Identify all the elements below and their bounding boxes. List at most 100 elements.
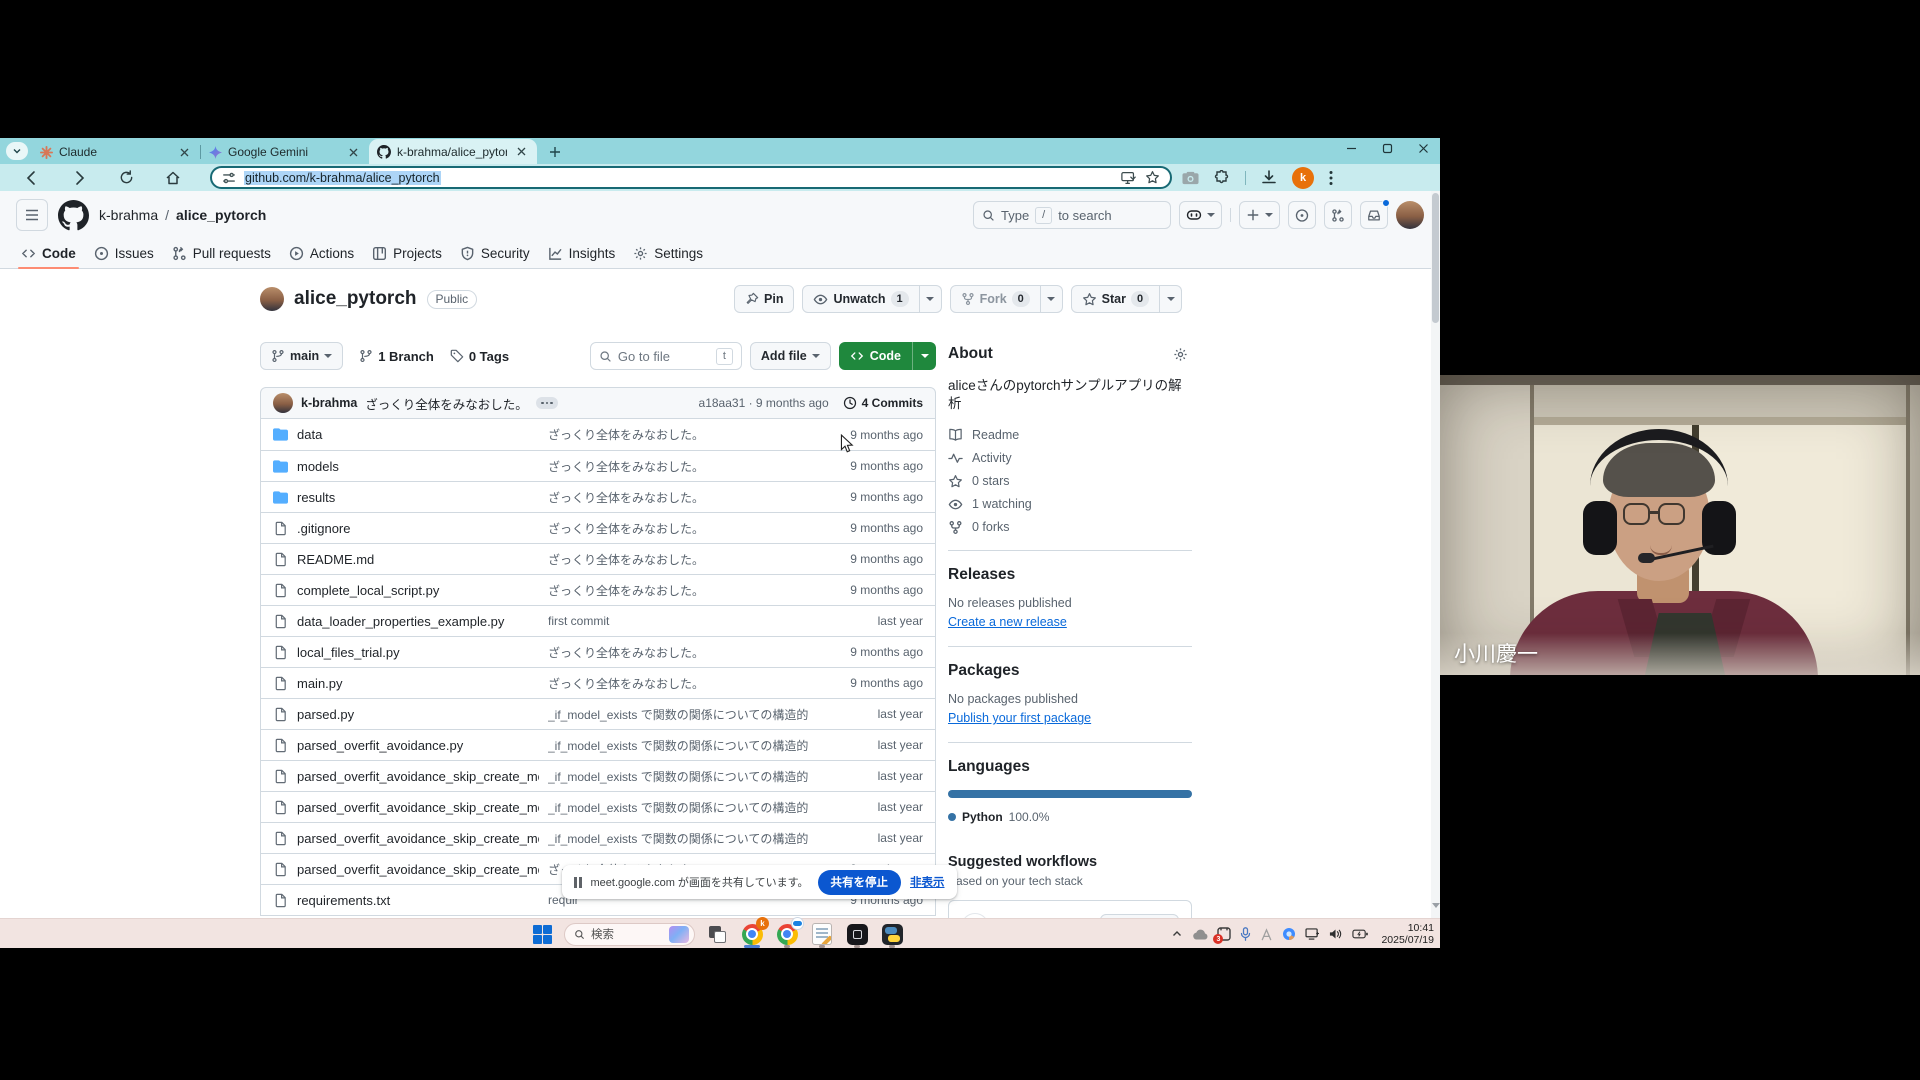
stars-link[interactable]: 0 stars <box>948 473 1192 489</box>
file-row[interactable]: results ざっくり全体をみなおした。 9 months ago <box>261 481 935 512</box>
tune-icon[interactable] <box>222 171 236 185</box>
file-commit-message[interactable]: ざっくり全体をみなおした。 <box>548 644 808 661</box>
taskbar-clock[interactable]: 10:41 2025/07/19 <box>1381 922 1434 946</box>
file-row[interactable]: models ざっくり全体をみなおした。 9 months ago <box>261 450 935 481</box>
star-dropdown[interactable] <box>1160 285 1182 313</box>
taskbar-pycharm[interactable] <box>879 920 905 948</box>
github-search-input[interactable]: Type / to search <box>973 201 1171 229</box>
cast-display-icon[interactable] <box>1305 928 1320 940</box>
repo-owner-avatar[interactable] <box>260 287 284 311</box>
add-file-button[interactable]: Add file <box>750 342 831 370</box>
breadcrumb-repo[interactable]: alice_pytorch <box>176 207 266 223</box>
hamburger-menu-button[interactable] <box>16 199 48 231</box>
extensions-icon[interactable] <box>1214 170 1230 186</box>
file-row[interactable]: parsed_overfit_avoidance_skip_create_mod… <box>261 822 935 853</box>
start-button[interactable] <box>529 920 555 948</box>
file-commit-message[interactable]: first commit <box>548 614 808 628</box>
file-name[interactable]: parsed_overfit_avoidance.py <box>297 738 539 753</box>
file-commit-message[interactable]: ざっくり全体をみなおした。 <box>548 675 808 692</box>
readme-link[interactable]: Readme <box>948 427 1192 443</box>
file-name[interactable]: requirements.txt <box>297 893 539 908</box>
volume-icon[interactable] <box>1329 928 1343 940</box>
tray-chevron-up-icon[interactable] <box>1171 928 1183 940</box>
tab-settings[interactable]: Settings <box>624 239 712 268</box>
send-to-device-icon[interactable] <box>1121 171 1137 185</box>
github-logo[interactable] <box>58 200 89 231</box>
tags-link[interactable]: 0 Tags <box>450 349 509 364</box>
go-to-file-input[interactable]: Go to file t <box>590 342 742 370</box>
issues-header-button[interactable] <box>1288 201 1316 229</box>
taskbar-chrome-secondary[interactable] <box>774 920 800 948</box>
tab-code[interactable]: Code <box>12 239 85 268</box>
page-title[interactable]: alice_pytorch <box>294 288 417 310</box>
file-name[interactable]: results <box>297 490 539 505</box>
file-row[interactable]: data_loader_properties_example.py first … <box>261 605 935 636</box>
language-bar[interactable] <box>948 790 1192 798</box>
tab-projects[interactable]: Projects <box>363 239 451 268</box>
branches-link[interactable]: 1 Branch <box>359 349 434 364</box>
commit-message[interactable]: ざっくり全体をみなおした。 <box>365 394 528 413</box>
accessibility-icon[interactable] <box>1260 928 1273 941</box>
github-avatar[interactable] <box>1396 201 1424 229</box>
file-row[interactable]: data ざっくり全体をみなおした。 9 months ago <box>261 419 935 450</box>
file-name[interactable]: .gitignore <box>297 521 539 536</box>
file-commit-message[interactable]: _if_model_exists で関数の関係についての構造的な修正を行... <box>548 830 808 847</box>
file-row[interactable]: parsed.py _if_model_exists で関数の関係についての構造… <box>261 698 935 729</box>
file-row[interactable]: .gitignore ざっくり全体をみなおした。 9 months ago <box>261 512 935 543</box>
browser-menu-icon[interactable] <box>1329 170 1333 186</box>
file-name[interactable]: parsed_overfit_avoidance_skip_create_mod… <box>297 769 539 784</box>
file-name[interactable]: data <box>297 427 539 442</box>
file-name[interactable]: models <box>297 459 539 474</box>
reload-button[interactable] <box>116 168 136 188</box>
file-name[interactable]: README.md <box>297 552 539 567</box>
taskbar-notepad[interactable] <box>809 920 835 948</box>
taskbar-chrome-active[interactable]: k <box>739 920 765 948</box>
commit-ellipsis-button[interactable] <box>536 397 558 409</box>
file-row[interactable]: parsed_overfit_avoidance_skip_create_mod… <box>261 760 935 791</box>
file-name[interactable]: data_loader_properties_example.py <box>297 614 539 629</box>
tab-search-button[interactable] <box>6 142 28 160</box>
branch-selector[interactable]: main <box>260 342 343 370</box>
onedrive-icon[interactable] <box>1192 929 1208 940</box>
taskbar-search[interactable]: 検索 <box>564 923 695 946</box>
close-button[interactable] <box>1416 141 1430 155</box>
about-settings-gear[interactable] <box>1173 347 1188 362</box>
forward-button[interactable] <box>69 168 89 188</box>
file-commit-message[interactable]: ざっくり全体をみなおした。 <box>548 489 808 506</box>
new-tab-button[interactable] <box>545 142 565 162</box>
microphone-icon[interactable] <box>1240 927 1251 941</box>
file-name[interactable]: parsed_overfit_avoidance_skip_create_mod… <box>297 862 539 877</box>
scrollbar-thumb[interactable] <box>1432 193 1439 323</box>
inbox-button[interactable] <box>1360 201 1388 229</box>
browser-tab-github[interactable]: k-brahma/alice_pytorch: aliceさ <box>369 139 537 164</box>
file-commit-message[interactable]: ざっくり全体をみなおした。 <box>548 426 808 443</box>
app-badge-icon[interactable]: 3 <box>1217 927 1231 941</box>
file-commit-message[interactable]: ざっくり全体をみなおした。 <box>548 582 808 599</box>
file-row[interactable]: local_files_trial.py ざっくり全体をみなおした。 9 mon… <box>261 636 935 667</box>
star-button[interactable]: Star 0 <box>1071 285 1160 313</box>
browser-profile-avatar[interactable]: k <box>1292 167 1314 189</box>
commit-history-link[interactable]: 4 Commits <box>843 396 923 410</box>
file-row[interactable]: parsed_overfit_avoidance_skip_create_mod… <box>261 791 935 822</box>
file-name[interactable]: parsed.py <box>297 707 539 722</box>
tab-pull-requests[interactable]: Pull requests <box>163 239 280 268</box>
stop-sharing-button[interactable]: 共有を停止 <box>818 870 902 895</box>
tab-security[interactable]: Security <box>451 239 539 268</box>
fork-dropdown[interactable] <box>1041 285 1063 313</box>
bookmark-star-icon[interactable] <box>1145 170 1160 185</box>
download-icon[interactable] <box>1261 170 1277 186</box>
file-name[interactable]: complete_local_script.py <box>297 583 539 598</box>
activity-link[interactable]: Activity <box>948 450 1192 466</box>
publish-package-link[interactable]: Publish your first package <box>948 711 1091 725</box>
minimize-button[interactable] <box>1344 141 1358 155</box>
battery-icon[interactable] <box>1352 929 1368 939</box>
home-button[interactable] <box>163 168 183 188</box>
file-row[interactable]: complete_local_script.py ざっくり全体をみなおした。 9… <box>261 574 935 605</box>
file-commit-message[interactable]: ざっくり全体をみなおした。 <box>548 458 808 475</box>
unwatch-button[interactable]: Unwatch 1 <box>802 285 919 313</box>
taskbar-dark-app[interactable] <box>844 920 870 948</box>
tab-close-icon[interactable] <box>513 144 529 160</box>
tab-close-icon[interactable] <box>176 144 192 160</box>
tab-issues[interactable]: Issues <box>85 239 163 268</box>
camera-icon[interactable] <box>1182 171 1199 185</box>
